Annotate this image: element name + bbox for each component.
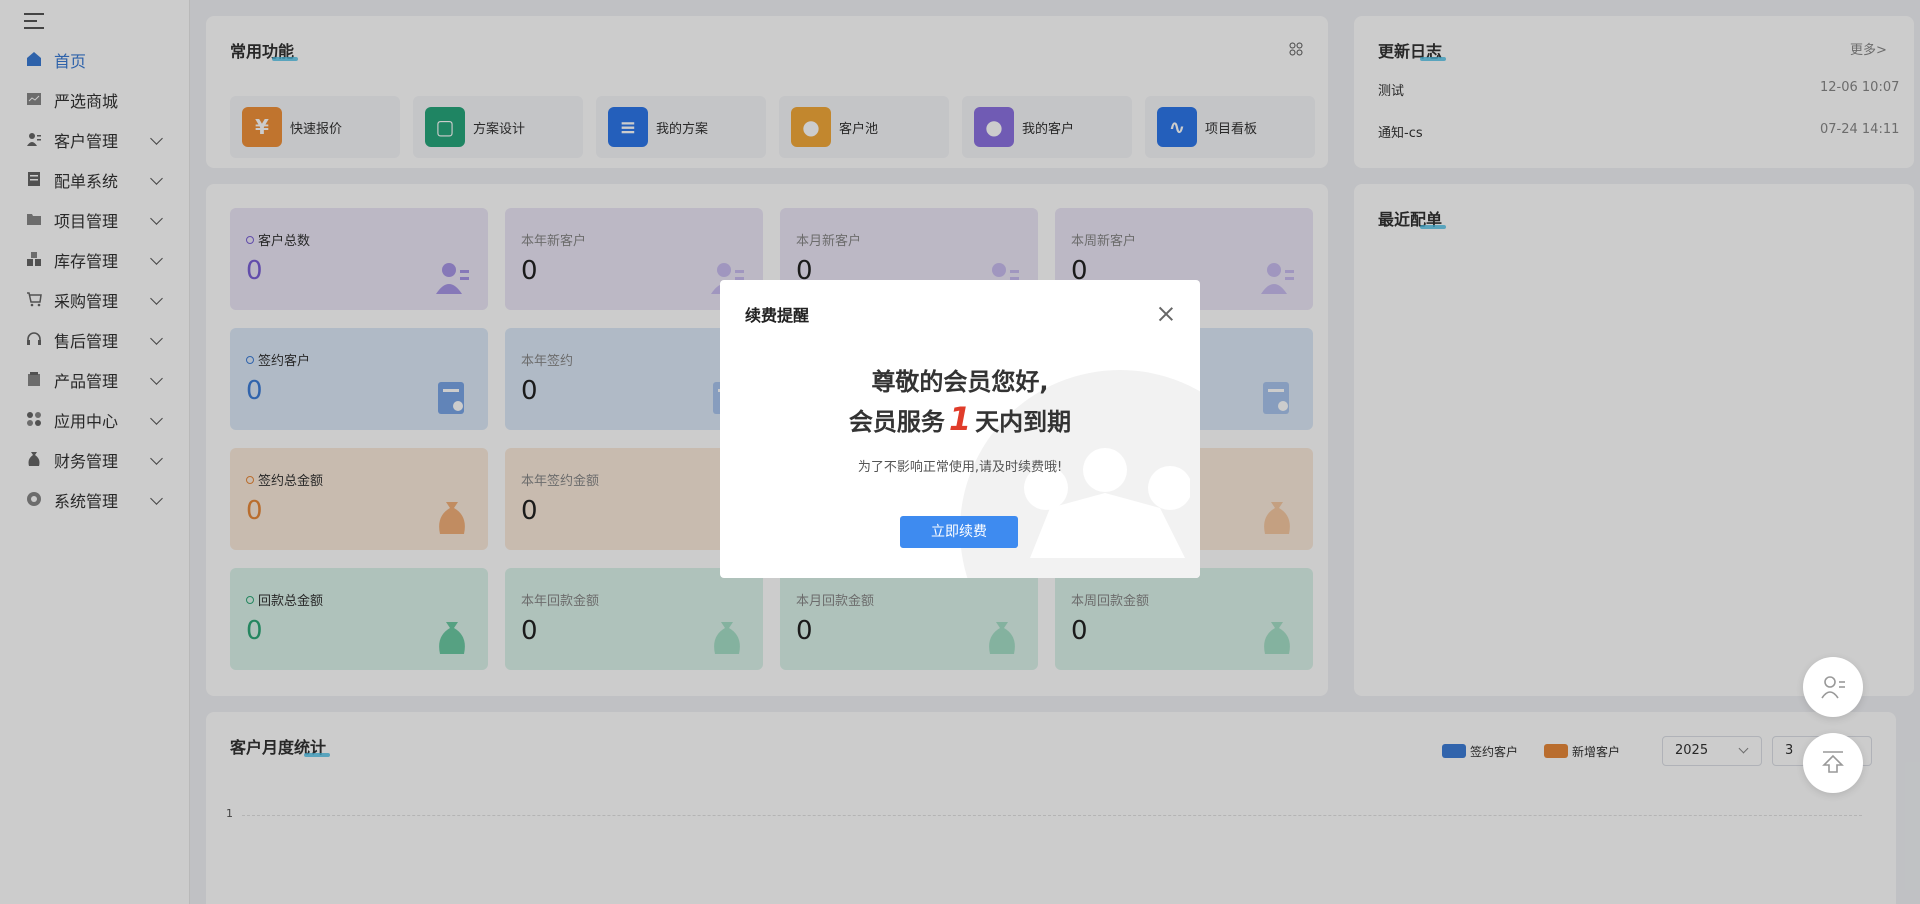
back-to-top-button[interactable]	[1803, 733, 1863, 793]
expiry-heading: 会员服务 1 天内到期	[720, 400, 1200, 438]
renew-now-button[interactable]: 立即续费	[900, 516, 1018, 548]
arrow-up-icon	[1822, 751, 1844, 773]
expiry-prefix: 会员服务	[848, 408, 945, 436]
expiry-suffix: 天内到期	[975, 408, 1072, 436]
modal-title: 续费提醒	[745, 306, 810, 325]
renewal-description: 为了不影响正常使用,请及时续费哦!	[857, 460, 1063, 475]
customer-service-button[interactable]	[1803, 657, 1863, 717]
greeting-heading: 尊敬的会员您好,	[871, 368, 1049, 396]
close-icon[interactable]	[1158, 306, 1174, 322]
renewal-modal: 续费提醒 尊敬的会员您好, 会员服务 1 天内到期 为了不影响正常使用,请及时续费哦…	[720, 280, 1200, 578]
contact-icon	[1821, 676, 1845, 699]
expiry-days: 1	[948, 400, 972, 438]
